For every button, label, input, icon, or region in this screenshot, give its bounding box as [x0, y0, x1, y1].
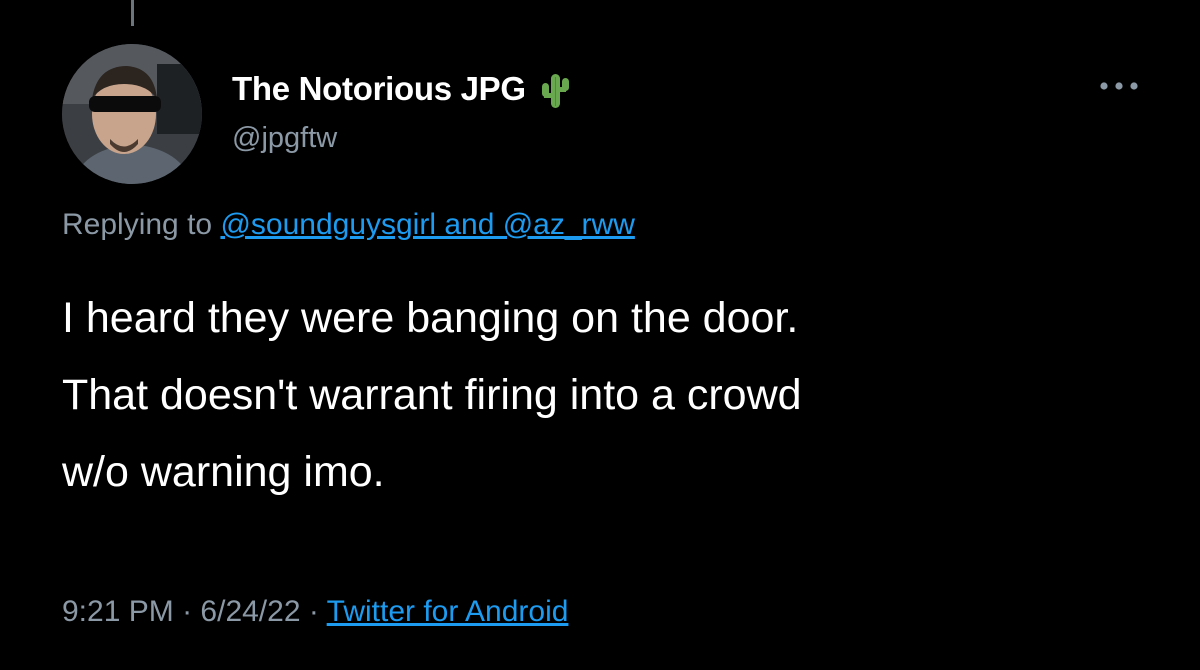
tweet-date[interactable]: 6/24/22 — [200, 595, 300, 628]
author-handle[interactable]: @jpgftw — [232, 122, 337, 155]
tweet-meta: 9:21 PM · 6/24/22 · Twitter for Android — [62, 595, 568, 629]
tweet-text: I heard they were banging on the door. T… — [62, 280, 1162, 511]
more-horizontal-icon[interactable] — [1099, 76, 1139, 96]
tweet-source-link[interactable]: Twitter for Android — [327, 595, 569, 628]
reply-mentions-link[interactable]: @soundguysgirl and @az_rww — [220, 208, 634, 241]
author-display-name[interactable]: The Notorious JPG — [232, 70, 526, 108]
tweet-text-line: w/o warning imo. — [62, 448, 385, 496]
meta-separator: · — [308, 595, 319, 628]
tweet-text-line: That doesn't warrant firing into a crowd — [62, 371, 802, 419]
tweet-time[interactable]: 9:21 PM — [62, 595, 174, 628]
author-name-row[interactable]: The Notorious JPG — [232, 67, 572, 111]
meta-separator: · — [182, 595, 193, 628]
reply-context-prefix: Replying to — [62, 208, 213, 241]
tweet-text-line: I heard they were banging on the door. — [62, 294, 799, 342]
cactus-icon — [541, 74, 569, 108]
thread-connector-line — [131, 0, 134, 26]
reply-context: Replying to @soundguysgirl and @az_rww — [62, 208, 635, 242]
avatar[interactable] — [62, 44, 202, 184]
avatar-image — [62, 44, 202, 184]
